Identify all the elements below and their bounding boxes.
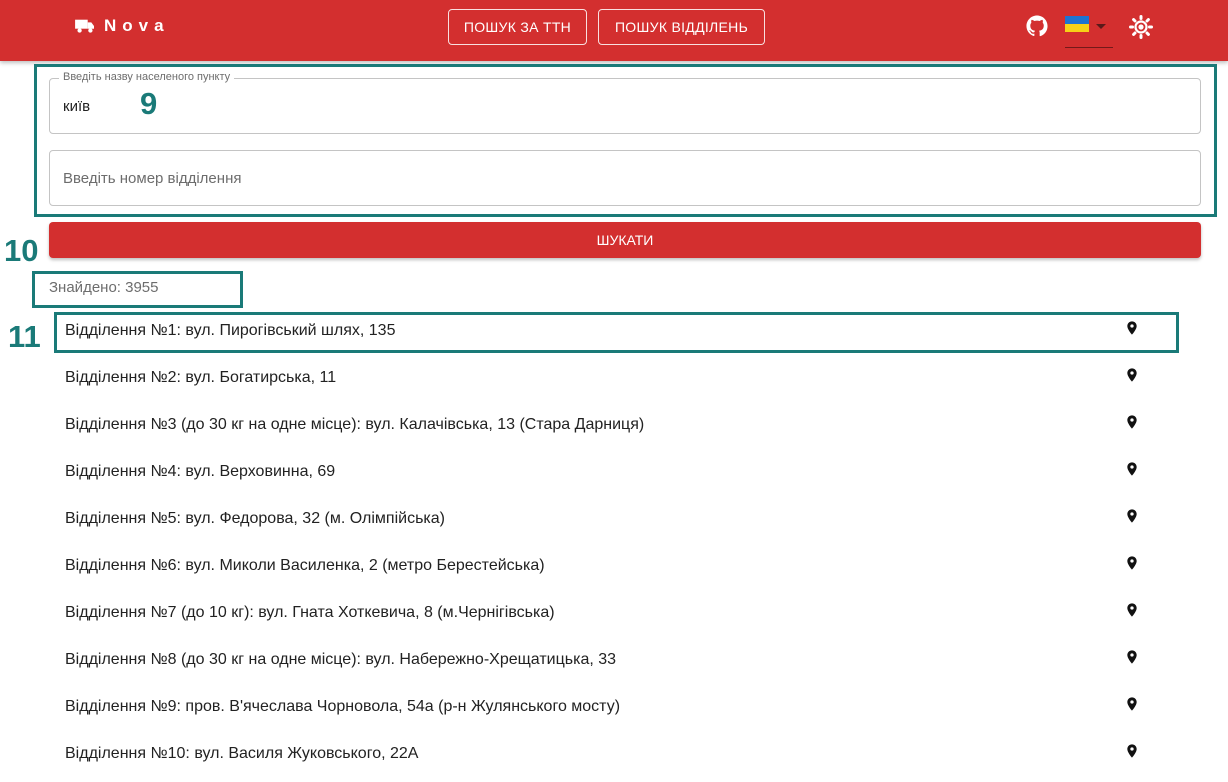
brightness-icon: [1129, 15, 1153, 39]
app-bar: Nova Пошук за ТТН Пошук відділень: [0, 0, 1228, 61]
annotation-number-11: 11: [8, 319, 41, 354]
annotation-box-form: [34, 64, 1217, 217]
result-address: Відділення №10: вул. Василя Жуковського,…: [65, 745, 419, 762]
ukraine-flag-icon: [1065, 16, 1089, 32]
result-address: Відділення №7 (до 10 кг): вул. Гната Хот…: [65, 604, 555, 621]
result-row[interactable]: Відділення №5: вул. Федорова, 32 (м. Олі…: [49, 497, 1159, 544]
theme-toggle-button[interactable]: [1129, 15, 1153, 44]
result-address: Відділення №2: вул. Богатирська, 11: [65, 369, 337, 386]
map-pin-icon[interactable]: [1124, 411, 1140, 438]
result-row[interactable]: Відділення №3 (до 30 кг на одне місце): …: [49, 403, 1159, 450]
result-row[interactable]: Відділення №8 (до 30 кг на одне місце): …: [49, 638, 1159, 685]
result-row[interactable]: Відділення №7 (до 10 кг): вул. Гната Хот…: [49, 591, 1159, 638]
map-pin-icon[interactable]: [1124, 599, 1140, 626]
chevron-down-icon: [1096, 24, 1106, 29]
result-row[interactable]: Відділення №4: вул. Верховинна, 69: [49, 450, 1159, 497]
result-row[interactable]: Відділення №10: вул. Василя Жуковського,…: [49, 732, 1159, 779]
result-row[interactable]: Відділення №2: вул. Богатирська, 11: [49, 356, 1159, 403]
annotation-number-10: 10: [4, 233, 39, 268]
github-link[interactable]: [1026, 15, 1048, 42]
result-address: Відділення №3 (до 30 кг на одне місце): …: [65, 416, 645, 433]
search-button[interactable]: Шукати: [49, 222, 1201, 258]
map-pin-icon[interactable]: [1124, 646, 1140, 673]
map-pin-icon[interactable]: [1124, 552, 1140, 579]
result-address: Відділення №4: вул. Верховинна, 69: [65, 463, 336, 480]
annotation-box-first-result: [54, 312, 1179, 353]
search-branches-button[interactable]: Пошук відділень: [598, 9, 765, 45]
map-pin-icon[interactable]: [1124, 505, 1140, 532]
annotation-box-count: [32, 271, 243, 308]
brand-name: Nova: [104, 16, 170, 35]
map-pin-icon[interactable]: [1124, 693, 1140, 720]
result-row[interactable]: Відділення №9: пров. В'ячеслава Чорновол…: [49, 685, 1159, 732]
truck-icon: [75, 19, 94, 33]
result-row[interactable]: Відділення №6: вул. Миколи Василенка, 2 …: [49, 544, 1159, 591]
result-address: Відділення №9: пров. В'ячеслава Чорновол…: [65, 698, 621, 715]
result-address: Відділення №6: вул. Миколи Василенка, 2 …: [65, 557, 545, 574]
annotation-number-9: 9: [140, 86, 158, 121]
result-address: Відділення №5: вул. Федорова, 32 (м. Олі…: [65, 510, 445, 527]
map-pin-icon[interactable]: [1124, 458, 1140, 485]
language-select[interactable]: [1065, 14, 1113, 48]
github-icon: [1026, 15, 1048, 37]
result-address: Відділення №8 (до 30 кг на одне місце): …: [65, 651, 617, 668]
map-pin-icon[interactable]: [1124, 740, 1140, 767]
map-pin-icon[interactable]: [1124, 364, 1140, 391]
search-by-ttn-button[interactable]: Пошук за ТТН: [448, 9, 587, 45]
brand-logo[interactable]: Nova: [74, 16, 170, 36]
